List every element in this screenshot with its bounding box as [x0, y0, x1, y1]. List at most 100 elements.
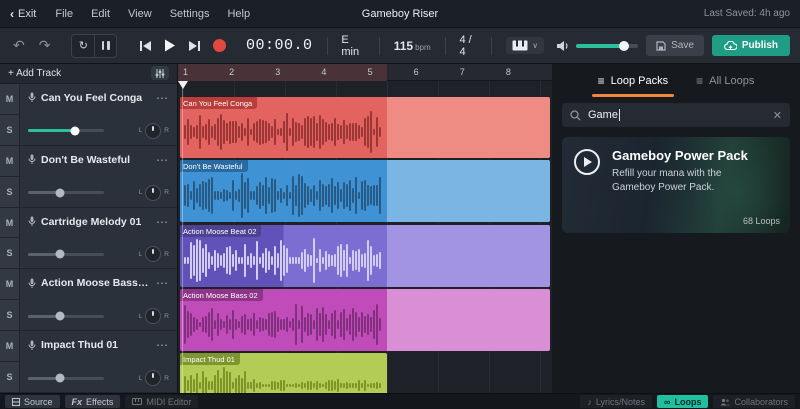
divider [491, 36, 493, 55]
audio-region[interactable]: Can You Feel Conga [180, 97, 550, 158]
pan-knob[interactable] [145, 122, 162, 139]
fx-icon: Fx [71, 396, 83, 407]
transport-bar: ↶ ↷ ↻ 00:00.0 E min 115 bpm 4 / 4 ∨ Save… [0, 28, 800, 64]
metronome-button[interactable] [94, 34, 116, 57]
clear-search-icon[interactable]: ✕ [773, 109, 782, 122]
record-button[interactable] [212, 39, 226, 52]
audio-region[interactable]: Action Moose Beat 02 [180, 225, 550, 287]
cloud-upload-icon [723, 40, 737, 51]
pan-control[interactable]: L R [138, 184, 169, 201]
pack-description: Refill your mana with the Gameboy Power … [612, 168, 722, 193]
publish-button[interactable]: Publish [711, 35, 791, 56]
pan-knob[interactable] [145, 308, 162, 325]
midi-editor-tab[interactable]: MIDI Editor [125, 395, 199, 408]
pan-knob[interactable] [145, 184, 162, 201]
mute-button[interactable]: M [0, 207, 19, 239]
track-options-icon[interactable]: ⋯ [156, 338, 169, 352]
menu-view[interactable]: View [119, 8, 161, 20]
audio-region[interactable]: Don't Be Wasteful [180, 160, 550, 222]
note-icon: ♪ [587, 396, 592, 407]
collaborators-tab[interactable]: Collaborators [713, 395, 795, 408]
solo-button[interactable]: S [0, 362, 19, 392]
bpm-button[interactable]: 115 bpm [394, 39, 431, 53]
menu-file[interactable]: File [46, 8, 82, 20]
play-button[interactable] [164, 39, 176, 52]
track-volume-slider[interactable] [28, 249, 104, 259]
pan-left-label: L [138, 189, 143, 197]
audio-region[interactable]: Action Moose Bass 02 [180, 289, 550, 351]
tab-loop-packs[interactable]: ≡ Loop Packs [591, 74, 674, 97]
pan-control[interactable]: L R [139, 122, 169, 139]
region-label: Don't Be Wasteful [180, 160, 248, 172]
last-saved-status: Last Saved: 4h ago [703, 8, 790, 19]
tab-all-loops[interactable]: ≡ All Loops [696, 74, 754, 97]
save-button[interactable]: Save [646, 35, 704, 56]
pan-knob[interactable] [145, 370, 162, 386]
track-content: Can You Feel Conga ⋯ L R [20, 84, 177, 145]
source-icon [12, 397, 20, 406]
loop-pack-card[interactable]: Gameboy Power Pack Refill your mana with… [562, 137, 790, 233]
mute-button[interactable]: M [0, 83, 19, 115]
region-tail [387, 160, 550, 222]
exit-button[interactable]: ‹ Exit [10, 7, 46, 21]
region-label: Action Moose Bass 02 [180, 289, 263, 301]
track-options-icon[interactable]: ⋯ [156, 153, 169, 167]
master-volume [556, 40, 639, 52]
mute-button[interactable]: M [0, 269, 19, 301]
track-volume-slider[interactable] [28, 188, 104, 198]
publish-label: Publish [741, 40, 779, 51]
track-row: M S Cartridge Melody 01 ⋯ L R [0, 207, 177, 270]
pan-left-label: L [138, 374, 143, 382]
pack-play-button[interactable] [574, 149, 600, 175]
track-volume-slider[interactable] [28, 311, 104, 321]
divider [444, 36, 446, 55]
loops-tab[interactable]: ∞ Loops [657, 395, 709, 408]
audio-region[interactable]: Impact Thud 01 [180, 353, 387, 393]
solo-button[interactable]: S [0, 114, 19, 145]
track-volume-slider[interactable] [28, 126, 104, 136]
track-name: Don't Be Wasteful [41, 153, 131, 166]
volume-knob[interactable] [619, 40, 630, 51]
track-options-icon[interactable]: ⋯ [156, 215, 169, 229]
pan-control[interactable]: L R [139, 370, 169, 386]
fx-effects-tab[interactable]: Fx Effects [64, 395, 121, 408]
chevron-down-icon: ∨ [532, 41, 539, 50]
menu-edit[interactable]: Edit [82, 8, 119, 20]
redo-icon[interactable]: ↷ [36, 37, 54, 54]
region-label: Can You Feel Conga [180, 97, 258, 109]
mixer-button[interactable] [151, 66, 169, 81]
playhead-marker[interactable] [178, 81, 188, 89]
solo-button[interactable]: S [0, 238, 19, 269]
bottom-bar-right: ♪ Lyrics/Notes ∞ Loops Collaborators [580, 395, 795, 408]
key-signature-button[interactable]: E min [341, 34, 365, 58]
mute-solo-column: M S [0, 145, 20, 207]
track-options-icon[interactable]: ⋯ [156, 276, 169, 290]
menu-help[interactable]: Help [218, 8, 259, 20]
track-volume-slider[interactable] [28, 373, 104, 383]
save-disk-icon [656, 40, 666, 51]
add-track-button[interactable]: + Add Track [8, 68, 61, 79]
volume-slider[interactable] [576, 40, 639, 51]
timeline[interactable]: 12345678 Can You Feel Conga Don't Be Was… [178, 64, 552, 393]
source-tab[interactable]: Source [5, 395, 60, 408]
search-value: Game [588, 109, 620, 121]
time-signature-button[interactable]: 4 / 4 [459, 34, 477, 58]
track-options-icon[interactable]: ⋯ [156, 91, 169, 105]
solo-button[interactable]: S [0, 300, 19, 331]
instrument-selector-button[interactable]: ∨ [506, 37, 545, 54]
skip-forward-button[interactable] [188, 40, 201, 52]
timeline-ruler[interactable]: 12345678 [178, 64, 552, 81]
loop-toggle-button[interactable]: ↻ [72, 34, 95, 57]
pan-knob[interactable] [145, 246, 162, 263]
bpm-unit: bpm [415, 42, 431, 52]
pan-control[interactable]: L R [139, 246, 169, 263]
solo-button[interactable]: S [0, 176, 19, 207]
skip-back-button[interactable] [139, 40, 152, 52]
undo-icon[interactable]: ↶ [10, 37, 28, 54]
loops-search-input[interactable]: Game ✕ [562, 103, 790, 127]
menu-settings[interactable]: Settings [161, 8, 219, 20]
mute-button[interactable]: M [0, 331, 19, 363]
mute-button[interactable]: M [0, 145, 19, 177]
pan-control[interactable]: L R [139, 308, 169, 325]
lyrics-notes-tab[interactable]: ♪ Lyrics/Notes [580, 395, 653, 408]
